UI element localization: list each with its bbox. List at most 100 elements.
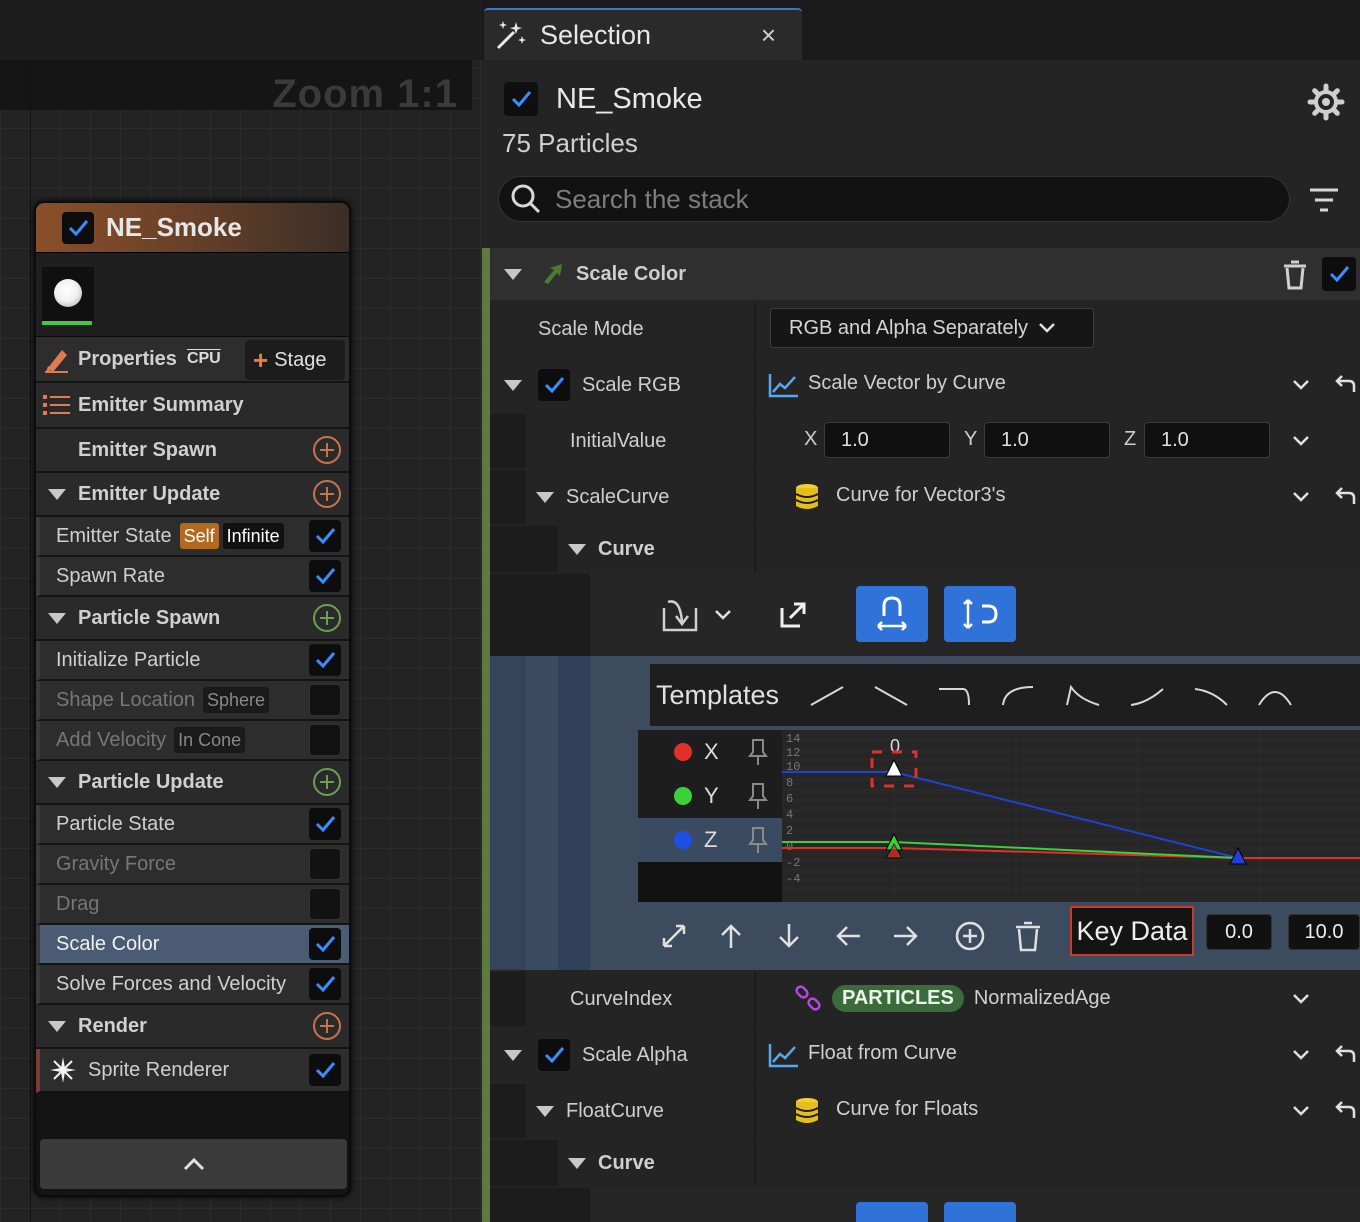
channel-x[interactable]: X — [638, 730, 782, 774]
collapse-triangle-icon[interactable] — [48, 776, 66, 788]
add-key-icon[interactable] — [954, 920, 986, 952]
node-enable-checkbox[interactable] — [62, 211, 94, 244]
collapse-triangle-icon[interactable] — [48, 488, 66, 500]
module-emitter-state[interactable]: Emitter State Self Infinite — [36, 517, 349, 557]
snap-vertical-button[interactable] — [944, 1202, 1016, 1222]
collapse-triangle-icon[interactable] — [504, 1049, 522, 1061]
emitter-node[interactable]: NE_Smoke Properties CPU + Stage Emitter … — [34, 201, 351, 1197]
arrow-left-icon[interactable] — [834, 924, 862, 948]
collapse-triangle-icon[interactable] — [504, 268, 522, 280]
module-enable-checkbox[interactable] — [309, 560, 341, 592]
template-decay-icon[interactable] — [1066, 684, 1100, 706]
channel-y[interactable]: Y — [638, 774, 782, 818]
reset-arrow-icon[interactable] — [1332, 484, 1358, 510]
collapse-triangle-icon[interactable] — [48, 1020, 66, 1032]
add-module-icon[interactable] — [313, 480, 341, 508]
import-curve-icon[interactable] — [660, 594, 704, 634]
emitter-enable-checkbox[interactable] — [504, 82, 538, 116]
param-value[interactable]: Scale Vector by Curve — [808, 372, 1006, 395]
tab-selection[interactable]: Selection × — [484, 8, 802, 60]
module-particle-state[interactable]: Particle State — [36, 805, 349, 845]
search-input[interactable]: Search the stack — [498, 176, 1290, 222]
collapse-triangle-icon[interactable] — [568, 543, 586, 555]
trash-icon[interactable] — [1282, 260, 1308, 290]
module-enable-checkbox[interactable] — [309, 724, 341, 756]
module-initialize-particle[interactable]: Initialize Particle — [36, 641, 349, 681]
template-step-down-icon[interactable] — [939, 688, 971, 706]
particle-spawn-section[interactable]: Particle Spawn — [36, 597, 349, 641]
module-drag[interactable]: Drag — [36, 885, 349, 925]
collapse-triangle-icon[interactable] — [568, 1157, 586, 1169]
snap-vertical-button[interactable] — [944, 586, 1016, 642]
param-value[interactable]: Curve for Vector3's — [836, 484, 1005, 507]
module-enable-checkbox[interactable] — [309, 808, 341, 840]
properties-row[interactable]: Properties CPU + Stage — [36, 337, 349, 383]
module-sprite-renderer[interactable]: Sprite Renderer — [36, 1049, 349, 1093]
render-section[interactable]: Render — [36, 1005, 349, 1049]
node-header[interactable]: NE_Smoke — [36, 203, 349, 253]
collapse-triangle-icon[interactable] — [48, 612, 66, 624]
pin-icon[interactable] — [748, 738, 768, 766]
delete-key-icon[interactable] — [1014, 920, 1042, 952]
collapse-node-button[interactable] — [40, 1139, 347, 1189]
scale-alpha-checkbox[interactable] — [538, 1039, 570, 1071]
param-value[interactable]: Float from Curve — [808, 1042, 957, 1065]
chevron-down-icon[interactable] — [1290, 430, 1312, 452]
arrow-right-icon[interactable] — [892, 924, 920, 948]
module-gravity-force[interactable]: Gravity Force — [36, 845, 349, 885]
chevron-down-icon[interactable] — [1290, 374, 1312, 396]
module-enable-checkbox[interactable] — [309, 968, 341, 1000]
key-time-field[interactable]: 0.0 — [1206, 914, 1272, 950]
add-module-icon[interactable] — [313, 1012, 341, 1040]
reset-arrow-icon[interactable] — [1332, 1098, 1358, 1124]
collapse-triangle-icon[interactable] — [536, 1105, 554, 1117]
template-ease-out-icon[interactable] — [1130, 688, 1164, 706]
template-ease-in-icon[interactable] — [1002, 686, 1034, 706]
chevron-down-icon[interactable] — [1290, 1044, 1312, 1066]
curve-graph-panel[interactable]: X Y Z 14 12 10 8 6 4 2 0 -2 -4 0 — [638, 730, 1360, 902]
module-enable-checkbox[interactable] — [309, 520, 341, 552]
module-enable-checkbox[interactable] — [309, 928, 341, 960]
template-fall-icon[interactable] — [1194, 688, 1228, 706]
initial-y-field[interactable]: 1.0 — [984, 422, 1110, 458]
expand-icon[interactable] — [660, 922, 688, 950]
close-icon[interactable]: × — [761, 20, 776, 51]
module-solve-forces[interactable]: Solve Forces and Velocity — [36, 965, 349, 1005]
param-value[interactable]: Curve for Floats — [836, 1098, 978, 1121]
scale-mode-dropdown[interactable]: RGB and Alpha Separately — [770, 308, 1094, 348]
module-enable-checkbox[interactable] — [309, 644, 341, 676]
pin-icon[interactable] — [748, 826, 768, 854]
key-value-field[interactable]: 10.0 — [1288, 914, 1360, 950]
add-module-icon[interactable] — [313, 436, 341, 464]
module-enable-checkbox[interactable] — [309, 1054, 341, 1086]
filter-icon[interactable] — [1308, 186, 1340, 214]
gear-icon[interactable] — [1306, 82, 1346, 122]
open-external-icon[interactable] — [778, 600, 808, 630]
curve-plot[interactable]: 14 1210 864 20-2 -4 0 — [782, 730, 1360, 902]
arrow-down-icon[interactable] — [776, 922, 802, 950]
particle-thumbnail[interactable] — [42, 267, 94, 325]
arrow-up-icon[interactable] — [718, 922, 744, 950]
module-add-velocity[interactable]: Add Velocity In Cone — [36, 721, 349, 761]
module-scale-color[interactable]: Scale Color — [36, 925, 349, 965]
collapse-triangle-icon[interactable] — [504, 379, 522, 391]
initial-x-field[interactable]: 1.0 — [824, 422, 950, 458]
template-linear-down-icon[interactable] — [874, 686, 908, 706]
channel-z[interactable]: Z — [638, 818, 782, 862]
chevron-down-icon[interactable] — [712, 604, 734, 626]
add-module-icon[interactable] — [313, 768, 341, 796]
emitter-summary-row[interactable]: Emitter Summary — [36, 383, 349, 429]
module-enable-checkbox[interactable] — [309, 888, 341, 920]
collapse-triangle-icon[interactable] — [536, 491, 554, 503]
pin-icon[interactable] — [748, 782, 768, 810]
reset-arrow-icon[interactable] — [1332, 1042, 1358, 1068]
emitter-spawn-section[interactable]: Emitter Spawn — [36, 429, 349, 473]
snap-horizontal-button[interactable] — [856, 586, 928, 642]
reset-arrow-icon[interactable] — [1332, 372, 1358, 398]
particle-update-section[interactable]: Particle Update — [36, 761, 349, 805]
add-module-icon[interactable] — [313, 604, 341, 632]
scale-rgb-checkbox[interactable] — [538, 369, 570, 401]
chevron-down-icon[interactable] — [1290, 988, 1312, 1010]
module-shape-location[interactable]: Shape Location Sphere — [36, 681, 349, 721]
module-enable-checkbox[interactable] — [1322, 257, 1356, 291]
